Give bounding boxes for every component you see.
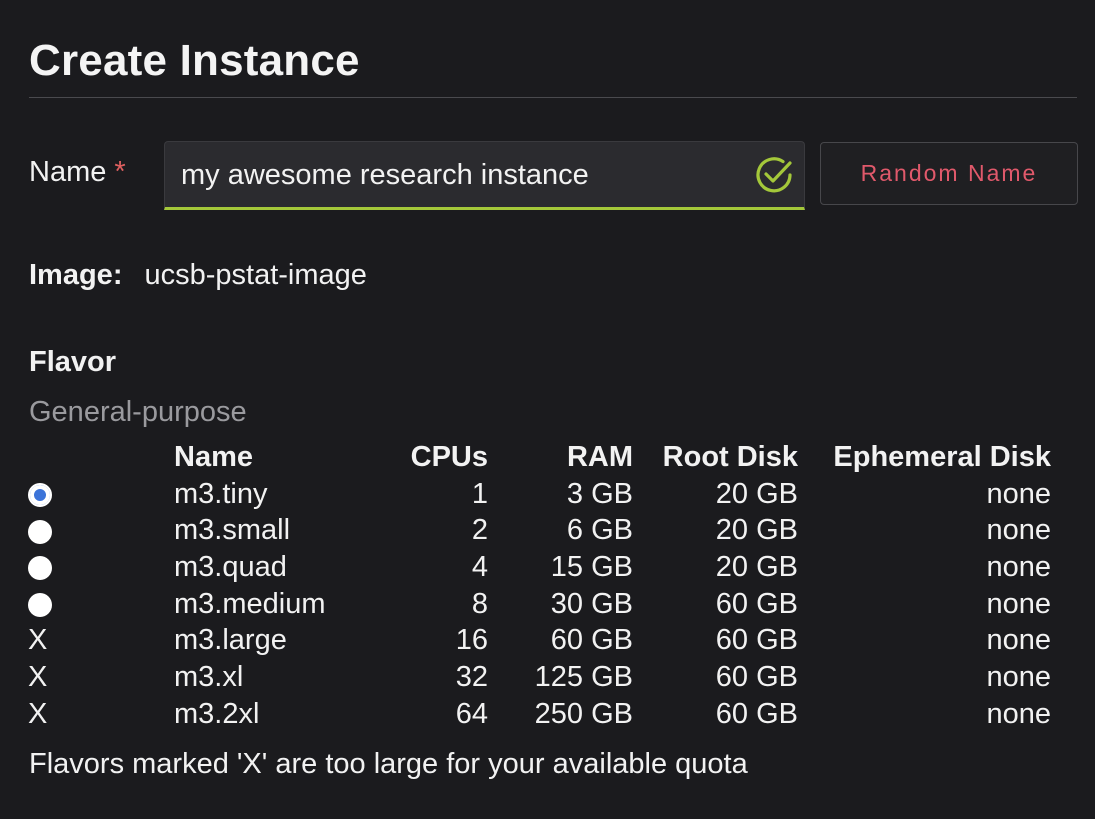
flavor-ephemeral-disk: none: [986, 697, 1051, 730]
col-select: [25, 439, 174, 476]
flavor-ram: 30 GB: [550, 587, 633, 620]
quota-footnote: Flavors marked 'X' are too large for you…: [29, 748, 748, 780]
image-value: ucsb-pstat-image: [144, 259, 367, 291]
flavor-name: m3.2xl: [174, 697, 260, 730]
flavor-ram: 6 GB: [566, 514, 633, 547]
flavor-ram: 60 GB: [550, 624, 633, 657]
title-divider: [29, 97, 1077, 98]
image-label: Image:: [29, 259, 123, 291]
flavor-ephemeral-disk: none: [986, 587, 1051, 620]
flavor-row: X m3.large 16 60 GB 60 GB none: [25, 622, 1051, 659]
flavor-ram: 3 GB: [566, 477, 633, 510]
col-root-disk: Root Disk: [662, 440, 798, 473]
flavor-unavailable-mark: X: [28, 660, 48, 693]
flavor-root-disk: 60 GB: [715, 587, 798, 620]
flavor-radio[interactable]: [28, 592, 52, 617]
flavor-ephemeral-disk: none: [986, 550, 1051, 583]
flavor-root-disk: 20 GB: [715, 477, 798, 510]
flavor-root-disk: 60 GB: [715, 660, 798, 693]
flavor-root-disk: 20 GB: [715, 550, 798, 583]
flavor-name: m3.tiny: [174, 477, 268, 510]
flavor-row: X m3.xl 32 125 GB 60 GB none: [25, 659, 1051, 696]
flavor-ephemeral-disk: none: [986, 660, 1051, 693]
name-label-text: Name: [29, 156, 107, 188]
col-ram: RAM: [566, 440, 633, 473]
flavor-name: m3.quad: [174, 550, 287, 583]
flavor-heading: Flavor: [29, 346, 117, 378]
flavor-name: m3.small: [174, 514, 291, 547]
flavor-cpus: 8: [471, 587, 488, 620]
col-ephemeral-disk: Ephemeral Disk: [833, 440, 1051, 473]
flavor-name: m3.medium: [174, 587, 326, 620]
flavor-name: m3.large: [174, 624, 287, 657]
flavor-radio[interactable]: [28, 556, 52, 581]
flavor-cpus: 16: [455, 624, 488, 657]
col-cpus: CPUs: [410, 440, 488, 473]
flavor-ephemeral-disk: none: [986, 514, 1051, 547]
page-title: Create Instance: [29, 36, 360, 85]
flavor-row[interactable]: m3.medium 8 30 GB 60 GB none: [25, 586, 1051, 623]
flavor-root-disk: 60 GB: [715, 624, 798, 657]
flavor-ram: 125 GB: [534, 660, 633, 693]
flavor-cpus: 1: [471, 477, 488, 510]
flavor-group-label: General-purpose: [29, 396, 247, 428]
flavor-row[interactable]: m3.tiny 1 3 GB 20 GB none: [25, 476, 1051, 513]
col-name: Name: [174, 440, 253, 473]
flavor-row: X m3.2xl 64 250 GB 60 GB none: [25, 696, 1051, 733]
flavor-cpus: 2: [471, 514, 488, 547]
flavor-cpus: 4: [471, 550, 488, 583]
flavor-unavailable-mark: X: [28, 624, 48, 657]
flavor-ram: 15 GB: [550, 550, 633, 583]
flavor-table: Name CPUs RAM Root Disk Ephemeral Disk m…: [25, 439, 1051, 733]
flavor-cpus: 64: [455, 697, 488, 730]
flavor-radio-selected[interactable]: [28, 482, 52, 507]
flavor-row[interactable]: m3.small 2 6 GB 20 GB none: [25, 512, 1051, 549]
flavor-ephemeral-disk: none: [986, 624, 1051, 657]
flavor-root-disk: 60 GB: [715, 697, 798, 730]
flavor-table-header: Name CPUs RAM Root Disk Ephemeral Disk: [25, 439, 1051, 476]
image-row: Image: ucsb-pstat-image: [29, 259, 367, 292]
flavor-ram: 250 GB: [534, 697, 633, 730]
required-asterisk: *: [114, 156, 126, 188]
flavor-cpus: 32: [455, 660, 488, 693]
flavor-unavailable-mark: X: [28, 697, 48, 730]
flavor-name: m3.xl: [174, 660, 244, 693]
instance-name-input[interactable]: [181, 155, 741, 195]
check-circle-icon: [756, 157, 792, 193]
flavor-root-disk: 20 GB: [715, 514, 798, 547]
random-name-button[interactable]: Random Name: [820, 142, 1078, 205]
name-label: Name *: [29, 156, 126, 189]
instance-name-field[interactable]: [164, 141, 805, 210]
flavor-ephemeral-disk: none: [986, 477, 1051, 510]
flavor-row[interactable]: m3.quad 4 15 GB 20 GB none: [25, 549, 1051, 586]
flavor-radio[interactable]: [28, 519, 52, 544]
